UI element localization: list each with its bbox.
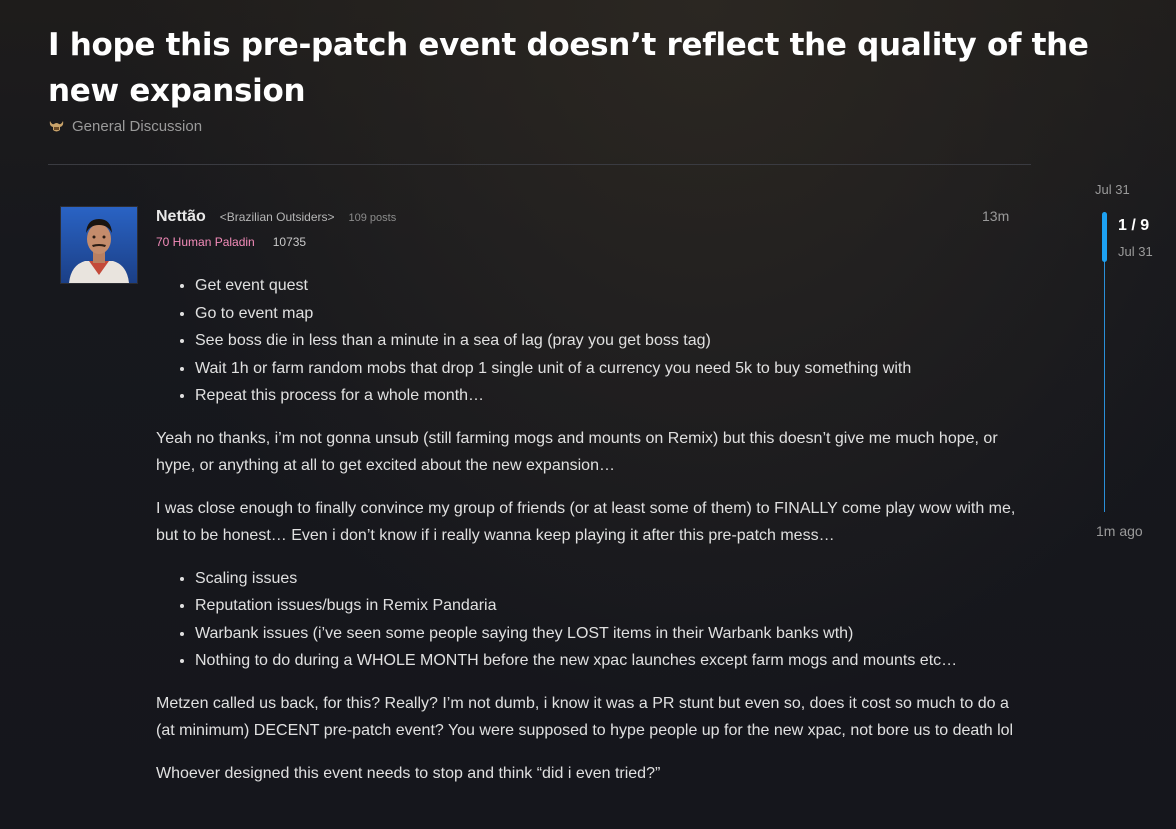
list-item: Scaling issues (195, 565, 1016, 593)
paragraph: I was close enough to finally convince m… (156, 499, 1016, 545)
horned-helmet-icon (48, 118, 65, 135)
list-item: Wait 1h or farm random mobs that drop 1 … (195, 355, 1016, 383)
list-item: Go to event map (195, 300, 1016, 328)
paragraph: Metzen called us back, for this? Really?… (156, 694, 1014, 740)
timeline-scroll-handle[interactable] (1102, 212, 1107, 262)
bullet-list: Get event quest Go to event map See boss… (156, 272, 1016, 410)
list-item: Repeat this process for a whole month… (195, 382, 1016, 410)
list-item: Nothing to do during a WHOLE MONTH befor… (195, 647, 1016, 675)
list-item: See boss die in less than a minute in a … (195, 327, 1016, 355)
bullet-list: Scaling issues Reputation issues/bugs in… (156, 565, 1016, 675)
post-header: Nettão <Brazilian Outsiders> 109 posts (156, 208, 396, 226)
timeline-position-date: Jul 31 (1118, 244, 1153, 259)
timeline-start-date[interactable]: Jul 31 (1095, 182, 1130, 197)
username[interactable]: Nettão (156, 208, 206, 226)
category-name: General Discussion (72, 118, 203, 135)
character-info: 70 Human Paladin 10735 (156, 235, 306, 249)
post-count: 109 posts (348, 212, 397, 224)
list-item: Reputation issues/bugs in Remix Pandaria (195, 592, 1016, 620)
achievement-points: 10735 (272, 235, 307, 249)
header-divider (48, 164, 1031, 165)
category-link[interactable]: General Discussion (48, 118, 202, 135)
topic-page: I hope this pre-patch event doesn’t refl… (0, 0, 1176, 829)
character-class: 70 Human Paladin (156, 235, 255, 249)
post-time[interactable]: 13m (982, 208, 1009, 224)
guild-name: <Brazilian Outsiders> (219, 210, 335, 224)
timeline-end-label[interactable]: 1m ago (1096, 523, 1143, 539)
list-item: Get event quest (195, 272, 1016, 300)
timeline-position: 1 / 9 (1118, 217, 1150, 234)
post-body: Get event quest Go to event map See boss… (156, 272, 1016, 787)
topic-title: I hope this pre-patch event doesn’t refl… (48, 27, 1089, 109)
avatar[interactable] (60, 206, 138, 284)
paragraph: Yeah no thanks, i’m not gonna unsub (sti… (156, 429, 998, 475)
list-item: Warbank issues (i’ve seen some people sa… (195, 620, 1016, 648)
paragraph: Whoever designed this event needs to sto… (156, 764, 661, 782)
